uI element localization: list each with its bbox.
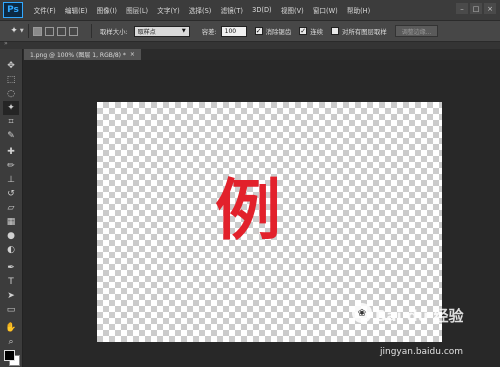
hand-tool-icon[interactable]: ✋ <box>3 321 19 335</box>
move-tool-icon[interactable]: ✥ <box>3 59 19 73</box>
menu-image[interactable]: 图像(I) <box>92 5 121 15</box>
menu-view[interactable]: 视图(V) <box>276 5 308 15</box>
healing-brush-tool-icon[interactable]: ✚ <box>3 145 19 159</box>
zoom-tool-icon[interactable]: ⌕ <box>3 335 19 349</box>
tools-panel: ✥ ⬚ ◌ ✦ ⌗ ✎ ✚ ✏ ⊥ ↺ ▱ ▦ ● ◐ ✒ T ➤ ▭ ✋ ⌕ <box>0 49 23 367</box>
maximize-icon[interactable]: □ <box>470 3 482 14</box>
menu-help[interactable]: 帮助(H) <box>342 5 374 15</box>
collapse-arrows-icon: » <box>4 40 8 47</box>
contiguous-label: 连续 <box>310 27 323 36</box>
menu-3d[interactable]: 3D(D) <box>248 6 277 14</box>
watermark-url: jingyan.baidu.com <box>380 347 464 357</box>
menu-layer[interactable]: 图层(L) <box>121 5 152 15</box>
clone-stamp-tool-icon[interactable]: ⊥ <box>3 173 19 187</box>
sample-all-layers-checkbox[interactable] <box>331 27 339 35</box>
minimize-icon[interactable]: – <box>456 3 468 14</box>
add-selection-icon[interactable] <box>45 26 54 36</box>
eraser-tool-icon[interactable]: ▱ <box>3 201 19 215</box>
crop-tool-icon[interactable]: ⌗ <box>3 115 19 129</box>
contiguous-checkbox[interactable]: ✓ <box>299 27 308 35</box>
document-tab[interactable]: 1.png @ 100% (图层 1, RGB/8) * × <box>24 49 141 60</box>
magic-wand-preset-icon[interactable]: ✦ ▼ <box>10 25 24 38</box>
photoshop-logo: Ps <box>3 2 23 18</box>
shape-tool-icon[interactable]: ▭ <box>3 303 19 317</box>
window-controls: – □ × <box>456 3 496 14</box>
tolerance-label: 容差: <box>201 27 217 36</box>
marquee-tool-icon[interactable]: ⬚ <box>3 73 19 87</box>
eyedropper-tool-icon[interactable]: ✎ <box>3 129 19 143</box>
path-selection-tool-icon[interactable]: ➤ <box>3 289 19 303</box>
sample-size-label: 取样大小: <box>100 27 128 36</box>
type-tool-icon[interactable]: T <box>3 275 19 289</box>
panel-collapse-strip[interactable]: » <box>0 40 500 49</box>
magic-wand-tool-icon[interactable]: ✦ <box>3 101 19 115</box>
separator <box>91 24 92 38</box>
dodge-tool-icon[interactable]: ◐ <box>3 243 19 257</box>
close-icon[interactable]: × <box>130 51 135 58</box>
foreground-color-swatch[interactable] <box>4 350 15 361</box>
menu-file[interactable]: 文件(F) <box>29 5 60 15</box>
gradient-tool-icon[interactable]: ▦ <box>3 215 19 229</box>
tolerance-input[interactable]: 100 <box>220 25 247 37</box>
subtract-selection-icon[interactable] <box>57 26 66 36</box>
canvas-red-character: 例 <box>215 172 281 249</box>
intersect-selection-icon[interactable] <box>69 26 78 36</box>
menu-bar: Ps 文件(F) 编辑(E) 图像(I) 图层(L) 文字(Y) 选择(S) 滤… <box>0 0 500 20</box>
menu-select[interactable]: 选择(S) <box>184 5 216 15</box>
options-bar: ✦ ▼ 取样大小: 取样点 ▼ 容差: 100 ✓ 消除锯齿 ✓ 连续 对所有图层… <box>0 21 500 42</box>
menu-filter[interactable]: 滤镜(T) <box>216 5 248 15</box>
history-brush-tool-icon[interactable]: ↺ <box>3 187 19 201</box>
anti-alias-checkbox[interactable]: ✓ <box>254 27 263 35</box>
separator <box>28 24 29 38</box>
baidu-paw-icon: ❀ <box>352 303 372 323</box>
close-icon[interactable]: × <box>484 3 496 14</box>
menu-edit[interactable]: 编辑(E) <box>60 5 92 15</box>
anti-alias-label: 消除锯齿 <box>265 27 292 36</box>
brush-tool-icon[interactable]: ✏ <box>3 159 19 173</box>
watermark-text: Bai du 经验 <box>375 307 464 325</box>
pen-tool-icon[interactable]: ✒ <box>3 261 19 275</box>
sample-size-value: 取样点 <box>137 28 156 36</box>
new-selection-icon[interactable] <box>33 26 42 36</box>
document-tab-title: 1.png @ 100% (图层 1, RGB/8) * <box>30 52 126 59</box>
menu-window[interactable]: 窗口(W) <box>308 5 342 15</box>
blur-tool-icon[interactable]: ● <box>3 229 19 243</box>
sample-size-select[interactable]: 取样点 ▼ <box>133 25 190 37</box>
chevron-down-icon: ▼ <box>181 28 186 34</box>
menu-type[interactable]: 文字(Y) <box>153 5 185 15</box>
lasso-tool-icon[interactable]: ◌ <box>3 87 19 101</box>
sample-all-layers-label: 对所有图层取样 <box>342 27 387 36</box>
refine-edge-button[interactable]: 调整边缘... <box>394 25 439 37</box>
